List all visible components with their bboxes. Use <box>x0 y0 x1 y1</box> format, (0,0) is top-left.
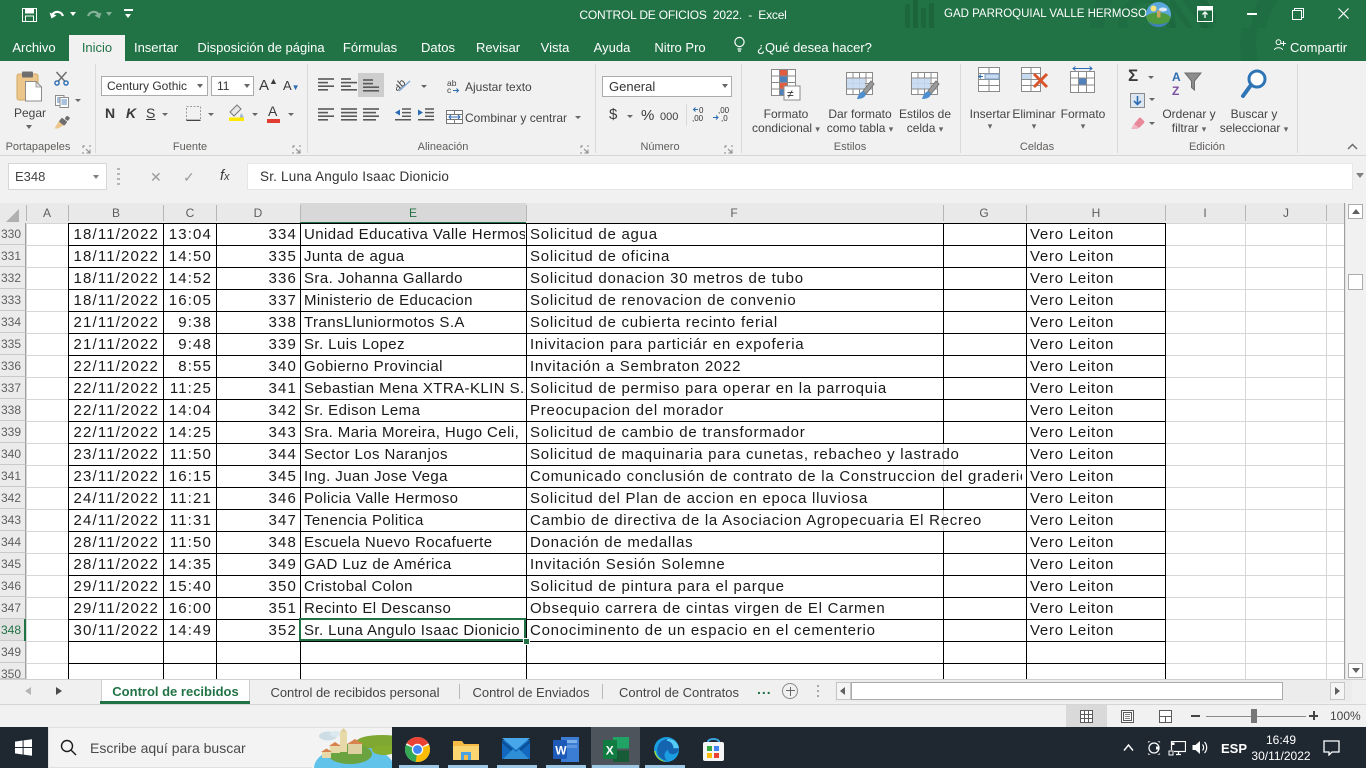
svg-text:Z: Z <box>1172 84 1179 98</box>
svg-text:,0: ,0 <box>721 114 728 123</box>
svg-text:A: A <box>1172 70 1181 84</box>
svg-text:,00: ,00 <box>692 114 704 123</box>
svg-text:W: W <box>555 744 567 758</box>
svg-text:X: X <box>606 744 614 758</box>
svg-text:ab: ab <box>396 77 408 94</box>
svg-text:≠: ≠ <box>787 87 794 101</box>
